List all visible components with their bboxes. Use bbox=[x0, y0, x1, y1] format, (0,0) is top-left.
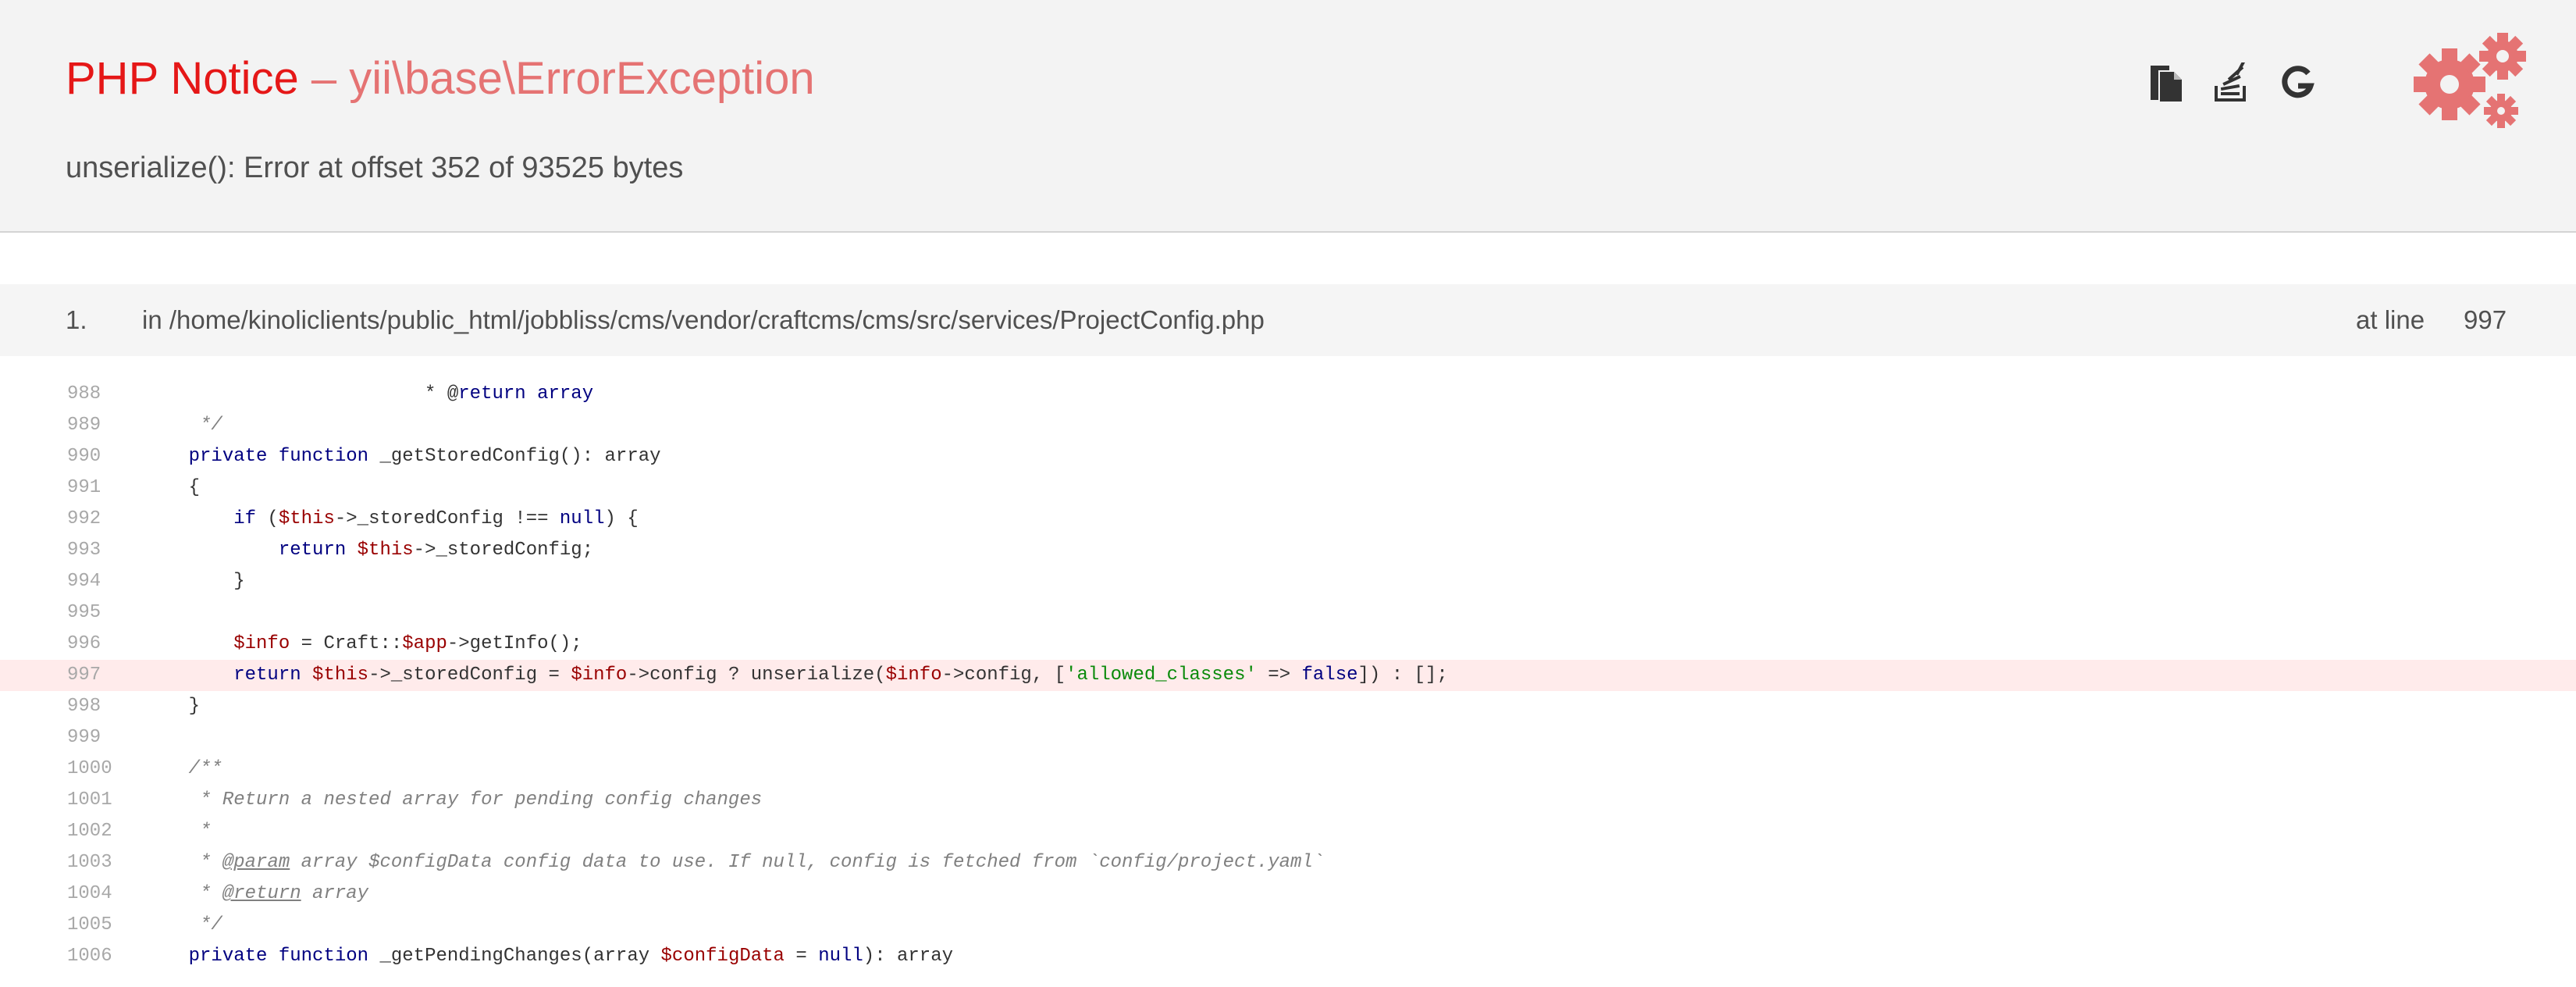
line-number: 999 bbox=[67, 727, 101, 748]
copy-icon[interactable] bbox=[2143, 59, 2190, 106]
code-text: */ bbox=[144, 914, 222, 935]
line-number: 990 bbox=[67, 446, 101, 467]
line-number: 1005 bbox=[67, 914, 112, 935]
call-stack-at-line-label: at line bbox=[2356, 305, 2425, 334]
line-number: 988 bbox=[67, 383, 101, 404]
code-line: 998 } bbox=[0, 691, 2576, 722]
line-number: 1004 bbox=[67, 883, 112, 904]
stackoverflow-icon[interactable] bbox=[2208, 59, 2255, 106]
code-text: return $this->_storedConfig = $info->con… bbox=[233, 665, 1448, 686]
line-number: 1006 bbox=[67, 946, 112, 967]
code-line: 1002 * bbox=[0, 816, 2576, 847]
line-number: 991 bbox=[67, 477, 101, 498]
code-text: * @return array bbox=[144, 383, 594, 404]
call-stack-number: 1. bbox=[66, 305, 87, 334]
error-message: unserialize(): Error at offset 352 of 93… bbox=[66, 151, 684, 184]
code-line: 1004 * @return array bbox=[0, 878, 2576, 910]
code-listing: 988 * @return array 989 */990 private fun… bbox=[0, 379, 2576, 972]
line-number: 996 bbox=[67, 633, 101, 654]
error-title: PHP Notice – yii\base\ErrorException bbox=[66, 52, 815, 106]
code-text: * Return a nested array for pending conf… bbox=[144, 789, 763, 811]
code-line: 1001 * Return a nested array for pending… bbox=[0, 785, 2576, 816]
code-line: 989 */ bbox=[0, 410, 2576, 441]
error-header: PHP Notice – yii\base\ErrorException uns… bbox=[0, 0, 2576, 233]
line-number: 997 bbox=[67, 665, 101, 686]
code-text: private function _getPendingChanges(arra… bbox=[188, 946, 954, 967]
code-line: 1003 * @param array $configData config d… bbox=[0, 847, 2576, 878]
code-text: $info = Craft::$app->getInfo(); bbox=[233, 633, 582, 654]
line-number: 993 bbox=[67, 540, 101, 561]
code-line: 992 if ($this->_storedConfig !== null) { bbox=[0, 504, 2576, 535]
code-text: /** bbox=[144, 758, 222, 779]
code-text: } bbox=[144, 696, 201, 717]
code-line: 990 private function _getStoredConfig():… bbox=[0, 441, 2576, 472]
exception-class: yii\base\ErrorException bbox=[349, 53, 815, 104]
code-text: if ($this->_storedConfig !== null) { bbox=[233, 508, 639, 529]
code-line: 988 * @return array bbox=[0, 379, 2576, 410]
line-number: 995 bbox=[67, 602, 101, 623]
call-stack-item[interactable]: 1. in /home/kinoliclients/public_html/jo… bbox=[0, 284, 2576, 356]
code-text: * bbox=[144, 821, 212, 842]
code-line: 996 $info = Craft::$app->getInfo(); bbox=[0, 629, 2576, 660]
code-text: } bbox=[144, 571, 245, 592]
google-icon[interactable] bbox=[2274, 59, 2321, 106]
code-text: return $this->_storedConfig; bbox=[278, 540, 594, 561]
line-number: 1002 bbox=[67, 821, 112, 842]
code-line: 991 { bbox=[0, 472, 2576, 504]
code-line: 1005 */ bbox=[0, 910, 2576, 941]
line-number: 1001 bbox=[67, 789, 112, 811]
call-stack-line-number: 997 bbox=[2464, 305, 2507, 334]
line-number: 1003 bbox=[67, 852, 112, 873]
error-type: PHP Notice bbox=[66, 53, 299, 104]
call-stack-file: in /home/kinoliclients/public_html/jobbl… bbox=[142, 305, 1265, 334]
title-separator: – bbox=[311, 53, 337, 104]
code-text: * @return array bbox=[144, 883, 369, 904]
line-number: 989 bbox=[67, 415, 101, 436]
code-text: */ bbox=[144, 415, 222, 436]
code-line: 1006 private function _getPendingChanges… bbox=[0, 941, 2576, 972]
code-line-error: 997 return $this->_storedConfig = $info-… bbox=[0, 660, 2576, 691]
line-number: 994 bbox=[67, 571, 101, 592]
line-number: 1000 bbox=[67, 758, 112, 779]
code-line: 993 return $this->_storedConfig; bbox=[0, 535, 2576, 566]
code-text: * @param array $configData config data t… bbox=[144, 852, 1325, 873]
code-text: private function _getStoredConfig(): arr… bbox=[188, 446, 661, 467]
gears-icon bbox=[2414, 33, 2526, 128]
code-line: 999 bbox=[0, 722, 2576, 754]
code-line: 995 bbox=[0, 597, 2576, 629]
code-text: { bbox=[144, 477, 201, 498]
line-number: 998 bbox=[67, 696, 101, 717]
code-line: 994 } bbox=[0, 566, 2576, 597]
code-line: 1000 /** bbox=[0, 754, 2576, 785]
line-number: 992 bbox=[67, 508, 101, 529]
